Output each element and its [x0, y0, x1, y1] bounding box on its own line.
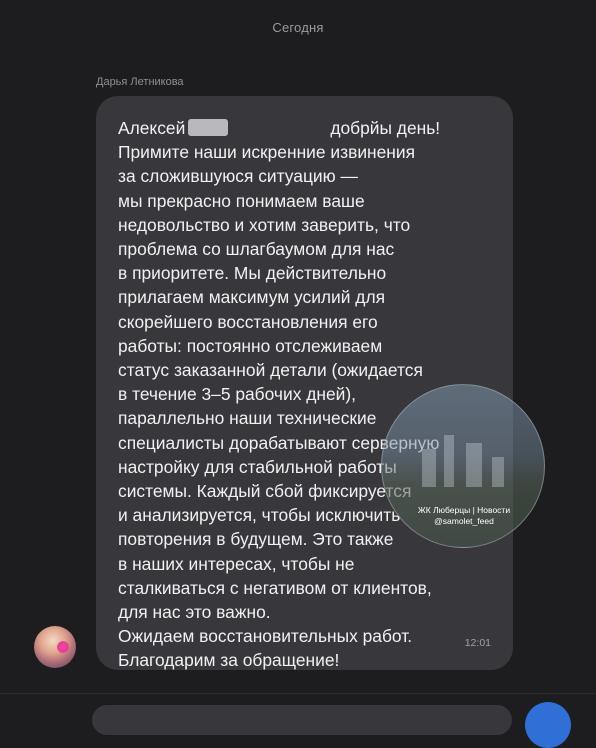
greeting-tail: добрйы день!: [330, 118, 441, 138]
watermark-line2: @samolet_feed: [434, 516, 494, 526]
avatar-flower: [57, 641, 69, 653]
redacted-surname: [188, 119, 229, 136]
sender-name[interactable]: Дарья Летникова: [96, 76, 184, 88]
watermark-text: ЖК Люберцы | Новости @samolet_feed: [382, 505, 544, 527]
message-time: 12:01: [464, 637, 491, 649]
watermark-building: [466, 443, 482, 487]
channel-watermark: ЖК Люберцы | Новости @samolet_feed: [381, 384, 545, 548]
message-body: Примите наши искренние извинения за слож…: [118, 142, 439, 671]
watermark-building: [422, 449, 436, 487]
watermark-building: [444, 435, 454, 487]
watermark-line1: ЖК Люберцы | Новости: [417, 505, 511, 515]
message-bubble[interactable]: Алексей добрйы день! Примите наши искренн…: [96, 96, 513, 670]
watermark-building: [492, 457, 504, 487]
sender-avatar[interactable]: [34, 626, 76, 668]
greeting-name: Алексей: [118, 118, 186, 138]
message-input[interactable]: [92, 705, 512, 735]
date-separator: Сегодня: [272, 20, 324, 35]
send-button[interactable]: [525, 702, 571, 748]
